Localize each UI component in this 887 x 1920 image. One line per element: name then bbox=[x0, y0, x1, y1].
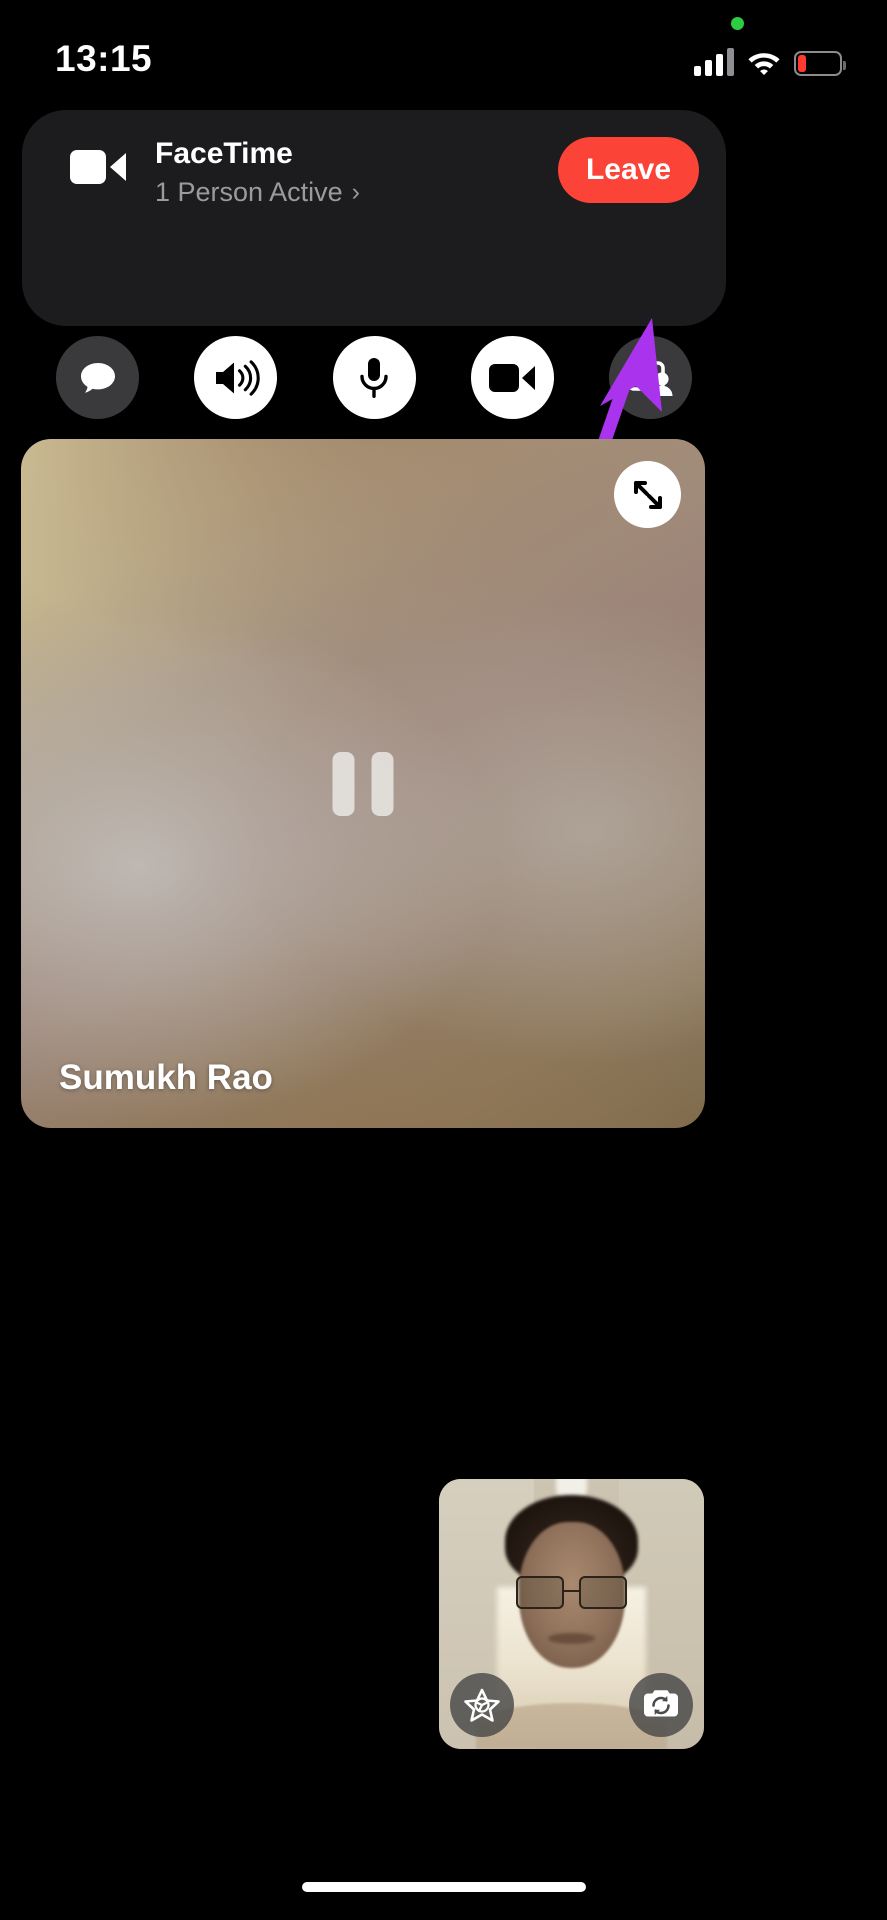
expand-arrows-icon bbox=[633, 480, 662, 509]
shareplay-button[interactable] bbox=[609, 336, 692, 419]
facetime-call-screen: 13:15 FaceTime 1 Person Active › Leave S… bbox=[0, 0, 887, 1920]
speaker-wave-icon bbox=[215, 359, 260, 396]
pip-person-mouth bbox=[547, 1632, 596, 1644]
status-bar: 13:15 bbox=[0, 0, 887, 100]
chevron-right-icon: › bbox=[351, 177, 360, 206]
microphone-icon bbox=[360, 357, 388, 398]
share-screen-person-icon bbox=[626, 360, 672, 396]
facetime-subtitle-row[interactable]: 1 Person Active › bbox=[155, 175, 360, 209]
facetime-controls-row bbox=[22, 336, 726, 419]
pause-icon bbox=[332, 751, 394, 816]
facetime-subtitle: 1 Person Active bbox=[155, 177, 343, 207]
self-view-pip[interactable] bbox=[439, 1479, 704, 1749]
video-camera-icon bbox=[489, 363, 536, 392]
status-bar-indicators bbox=[694, 42, 846, 76]
chat-bubble-icon bbox=[80, 362, 115, 393]
messages-button[interactable] bbox=[56, 336, 139, 419]
effects-button[interactable] bbox=[450, 1673, 514, 1737]
wifi-icon bbox=[748, 53, 780, 75]
main-participant-video[interactable]: Sumukh Rao bbox=[21, 439, 705, 1128]
camera-flip-icon bbox=[644, 1690, 678, 1717]
leave-button[interactable]: Leave bbox=[558, 137, 699, 203]
video-camera-icon bbox=[70, 150, 126, 184]
expand-button[interactable] bbox=[614, 461, 681, 528]
facetime-title: FaceTime bbox=[155, 137, 293, 170]
camera-button[interactable] bbox=[470, 336, 554, 419]
facetime-banner-header: FaceTime 1 Person Active › Leave bbox=[22, 110, 726, 230]
battery-low-icon bbox=[794, 51, 846, 76]
effects-star-icon bbox=[464, 1688, 500, 1722]
participant-name-label: Sumukh Rao bbox=[59, 1058, 273, 1097]
speaker-button[interactable] bbox=[194, 336, 278, 419]
pip-person-glasses bbox=[515, 1576, 628, 1609]
facetime-banner[interactable]: FaceTime 1 Person Active › Leave bbox=[22, 110, 726, 419]
home-indicator-bar[interactable] bbox=[301, 1882, 586, 1892]
microphone-button[interactable] bbox=[332, 336, 416, 419]
facetime-banner-titles: FaceTime 1 Person Active › bbox=[155, 136, 360, 209]
flip-camera-button[interactable] bbox=[629, 1673, 693, 1737]
status-bar-time: 13:15 bbox=[55, 38, 153, 79]
cellular-bars-icon bbox=[694, 48, 734, 76]
